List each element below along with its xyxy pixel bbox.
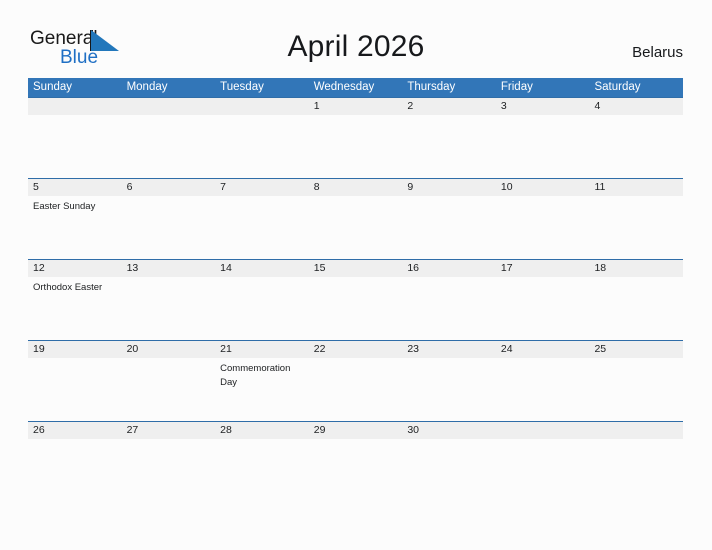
day-number[interactable]: 24 xyxy=(496,341,590,358)
day-event xyxy=(496,115,590,178)
weekday-header-tuesday: Tuesday xyxy=(220,81,264,93)
day-number[interactable]: 3 xyxy=(496,98,590,115)
day-number[interactable]: 22 xyxy=(309,341,403,358)
day-event xyxy=(309,115,403,178)
day-number[interactable]: 9 xyxy=(402,179,496,196)
day-event xyxy=(215,115,309,178)
day-event: Orthodox Easter xyxy=(33,282,103,293)
day-number[interactable]: 7 xyxy=(215,179,309,196)
week-date-band: 12 13 14 15 16 17 18 xyxy=(28,259,683,277)
day-event xyxy=(122,439,216,459)
weekday-header-sunday: Sunday xyxy=(33,81,73,93)
day-event xyxy=(122,115,216,178)
day-event xyxy=(496,439,590,459)
day-number[interactable]: 11 xyxy=(589,179,683,196)
week-event-band xyxy=(28,115,683,178)
weekday-header-thursday: Thursday xyxy=(407,81,456,93)
calendar-week-row: 19 20 21 22 23 24 25 Commemoration Day xyxy=(28,340,683,421)
day-event xyxy=(402,196,496,259)
weekday-header-saturday: Saturday xyxy=(594,81,641,93)
country-label: Belarus xyxy=(632,44,683,61)
day-number[interactable]: 2 xyxy=(402,98,496,115)
day-event xyxy=(28,115,122,178)
day-event xyxy=(589,196,683,259)
day-number[interactable]: 13 xyxy=(122,260,216,277)
day-event xyxy=(309,439,403,459)
day-event xyxy=(28,439,122,459)
day-event xyxy=(402,358,496,421)
day-number[interactable]: 12 xyxy=(28,260,122,277)
day-event xyxy=(309,196,403,259)
week-date-band: 1 2 3 4 xyxy=(28,97,683,115)
day-number[interactable]: 8 xyxy=(309,179,403,196)
day-number[interactable]: 6 xyxy=(122,179,216,196)
day-event xyxy=(215,196,309,259)
day-number[interactable]: 17 xyxy=(496,260,590,277)
day-number[interactable]: 25 xyxy=(589,341,683,358)
day-event xyxy=(496,358,590,421)
day-event xyxy=(589,358,683,421)
day-number[interactable]: 28 xyxy=(215,422,309,439)
calendar-week-row: 5 6 7 8 9 10 11 Easter Sunday xyxy=(28,178,683,259)
day-number[interactable]: 30 xyxy=(402,422,496,439)
day-event: Commemoration Day xyxy=(220,363,291,388)
day-event xyxy=(589,115,683,178)
day-event xyxy=(402,439,496,459)
day-event xyxy=(215,277,309,340)
calendar-week-row: 12 13 14 15 16 17 18 Orthodox Easter xyxy=(28,259,683,340)
week-event-band: Orthodox Easter xyxy=(28,277,683,340)
day-number[interactable]: 16 xyxy=(402,260,496,277)
day-number[interactable] xyxy=(215,98,309,115)
day-number[interactable]: 26 xyxy=(28,422,122,439)
day-number[interactable]: 21 xyxy=(215,341,309,358)
page-title: April 2026 xyxy=(287,30,425,63)
day-number[interactable]: 4 xyxy=(589,98,683,115)
day-number[interactable]: 15 xyxy=(309,260,403,277)
day-number[interactable]: 1 xyxy=(309,98,403,115)
day-event xyxy=(215,439,309,459)
day-number[interactable]: 29 xyxy=(309,422,403,439)
day-event xyxy=(402,115,496,178)
week-event-band xyxy=(28,439,683,459)
day-event xyxy=(496,196,590,259)
day-event xyxy=(122,277,216,340)
day-number[interactable]: 20 xyxy=(122,341,216,358)
week-date-band: 19 20 21 22 23 24 25 xyxy=(28,340,683,358)
day-number[interactable]: 18 xyxy=(589,260,683,277)
day-number[interactable] xyxy=(589,422,683,439)
calendar-week-row: 1 2 3 4 xyxy=(28,97,683,178)
day-number[interactable]: 10 xyxy=(496,179,590,196)
calendar-grid: Sunday Monday Tuesday Wednesday Thursday… xyxy=(28,78,683,459)
week-date-band: 26 27 28 29 30 xyxy=(28,421,683,439)
day-event xyxy=(28,358,122,421)
week-event-band: Commemoration Day xyxy=(28,358,683,421)
day-number[interactable] xyxy=(496,422,590,439)
weekday-header-monday: Monday xyxy=(126,81,168,93)
day-event xyxy=(402,277,496,340)
page-header: General Blue April 2026 Belarus xyxy=(0,0,712,72)
day-event xyxy=(589,277,683,340)
day-event xyxy=(589,439,683,459)
day-event xyxy=(309,358,403,421)
day-number[interactable]: 14 xyxy=(215,260,309,277)
week-date-band: 5 6 7 8 9 10 11 xyxy=(28,178,683,196)
day-number[interactable]: 23 xyxy=(402,341,496,358)
day-number[interactable] xyxy=(122,98,216,115)
day-number[interactable] xyxy=(28,98,122,115)
week-event-band: Easter Sunday xyxy=(28,196,683,259)
day-event xyxy=(309,277,403,340)
day-number[interactable]: 27 xyxy=(122,422,216,439)
day-event xyxy=(122,358,216,421)
day-event: Easter Sunday xyxy=(33,201,96,212)
weekday-header-row: Sunday Monday Tuesday Wednesday Thursday… xyxy=(28,78,683,97)
weekday-header-wednesday: Wednesday xyxy=(313,81,375,93)
calendar-week-row: 26 27 28 29 30 xyxy=(28,421,683,459)
day-number[interactable]: 5 xyxy=(28,179,122,196)
day-event xyxy=(122,196,216,259)
day-event xyxy=(496,277,590,340)
weekday-header-friday: Friday xyxy=(500,81,533,93)
day-number[interactable]: 19 xyxy=(28,341,122,358)
